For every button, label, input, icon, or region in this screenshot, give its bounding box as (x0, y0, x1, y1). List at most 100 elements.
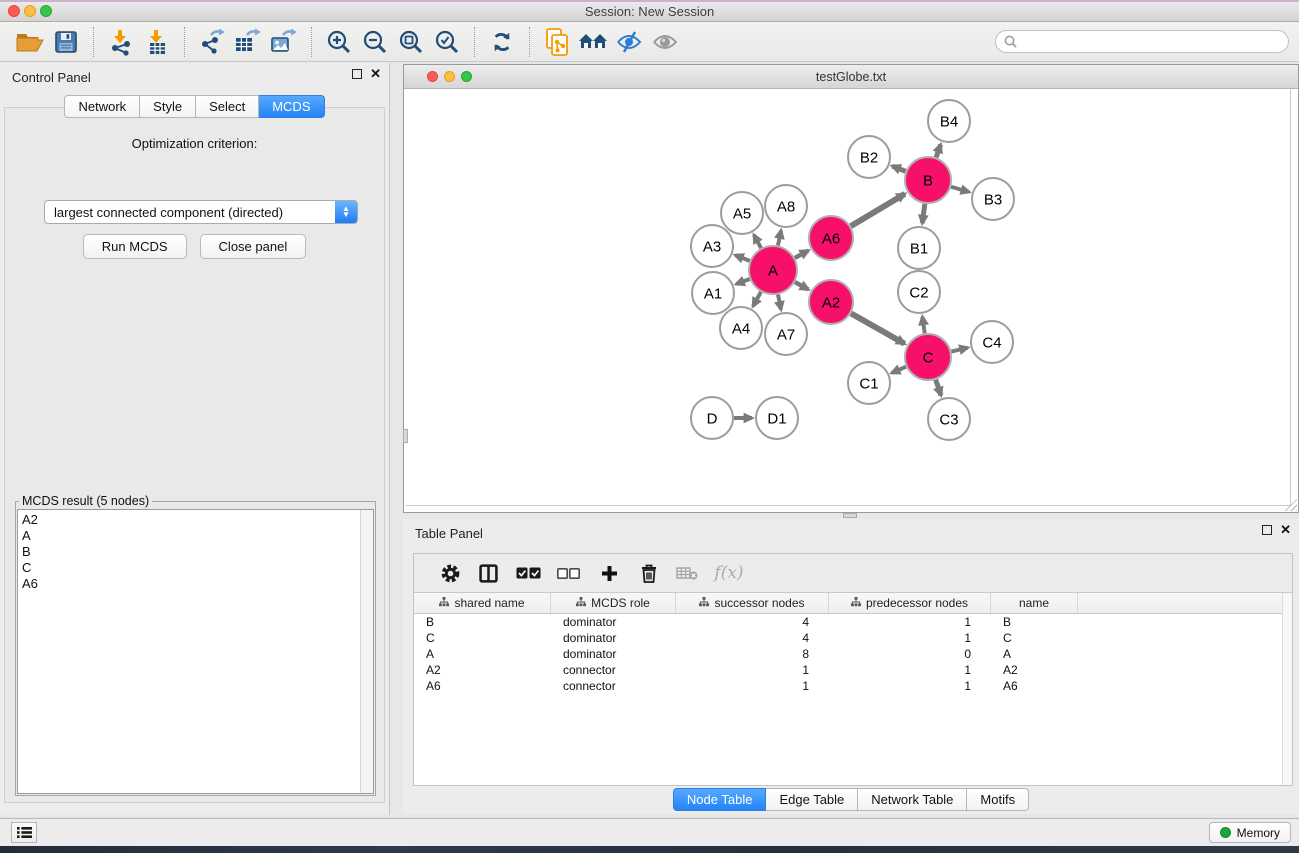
show-graphics-details-icon[interactable] (647, 25, 683, 59)
create-column-icon[interactable] (588, 558, 630, 588)
graph-edge-C-C2[interactable] (922, 317, 924, 333)
table-tab-network-table[interactable]: Network Table (858, 788, 967, 811)
search-input[interactable] (1022, 34, 1280, 50)
graph-edge-A2-C[interactable] (851, 313, 905, 343)
mcds-result-list[interactable]: A2ABCA6 (17, 509, 374, 794)
function-builder-icon: f(x) (706, 558, 752, 588)
zoom-selected-icon[interactable] (429, 25, 465, 59)
close-table-panel-icon[interactable]: ✕ (1280, 525, 1291, 535)
clone-network-icon[interactable] (539, 25, 575, 59)
column-header-predecessor-nodes[interactable]: predecessor nodes (829, 593, 991, 613)
zoom-out-icon[interactable] (357, 25, 393, 59)
graph-edge-A-A6[interactable] (795, 251, 808, 258)
graph-edge-B-B2[interactable] (892, 166, 905, 171)
graph-edge-A-A3[interactable] (735, 255, 749, 261)
hide-graphics-details-icon[interactable] (611, 25, 647, 59)
table-cell: dominator (551, 615, 676, 629)
criterion-dropdown[interactable]: largest connected component (directed) ▲… (44, 200, 358, 224)
table-tab-node-table[interactable]: Node Table (673, 788, 767, 811)
import-network-icon[interactable] (103, 25, 139, 59)
column-header-shared-name[interactable]: shared name (414, 593, 551, 613)
result-item[interactable]: B (22, 544, 373, 560)
graph-edge-A6-B[interactable] (851, 194, 905, 226)
save-session-icon[interactable] (48, 25, 84, 59)
control-tab-network[interactable]: Network (64, 95, 140, 118)
float-panel-icon[interactable] (352, 69, 362, 79)
result-item[interactable]: C (22, 560, 373, 576)
export-image-icon[interactable] (266, 25, 302, 59)
graph-edge-B-B3[interactable] (951, 187, 969, 192)
task-history-button[interactable] (11, 822, 37, 843)
result-scrollbar[interactable] (360, 510, 373, 793)
mcds-result-title: MCDS result (5 nodes) (19, 494, 152, 508)
close-panel-button[interactable]: Close panel (200, 234, 307, 259)
column-header-name[interactable]: name (991, 593, 1078, 613)
network-overview-icon[interactable] (575, 25, 611, 59)
graph-edge-A-A7[interactable] (778, 294, 781, 309)
mcds-panel: Optimization criterion: largest connecte… (4, 107, 385, 803)
table-settings-icon[interactable] (432, 558, 468, 588)
hierarchy-icon (576, 596, 586, 610)
float-table-panel-icon[interactable] (1262, 525, 1272, 535)
graph-edge-B-B4[interactable] (936, 145, 941, 158)
column-label: predecessor nodes (866, 596, 968, 610)
zoom-fit-icon[interactable] (393, 25, 429, 59)
graph-edge-A-A8[interactable] (778, 230, 781, 245)
graph-edge-C-C4[interactable] (951, 348, 967, 352)
column-header-successor-nodes[interactable]: successor nodes (676, 593, 829, 613)
deselect-all-columns-icon[interactable] (548, 558, 588, 588)
open-session-icon[interactable] (12, 25, 48, 59)
table-tab-motifs[interactable]: Motifs (967, 788, 1029, 811)
graph-edge-A-A1[interactable] (736, 279, 749, 284)
delete-column-icon[interactable] (630, 558, 668, 588)
table-row[interactable]: Cdominator41C (414, 630, 1292, 646)
result-item[interactable]: A6 (22, 576, 373, 592)
graph-edge-B-B1[interactable] (922, 204, 925, 223)
run-mcds-button[interactable]: Run MCDS (83, 234, 187, 259)
table-row[interactable]: Bdominator41B (414, 614, 1292, 630)
table-cell: 4 (676, 631, 829, 645)
graph-edge-C-C3[interactable] (936, 380, 941, 396)
network-canvas[interactable]: B4B2BB3A5A8A6A3B1AC2A1A2A4A7C4CC1C3DD1 (406, 89, 1291, 506)
export-table-icon[interactable] (230, 25, 266, 59)
result-item[interactable]: A (22, 528, 373, 544)
zoom-in-icon[interactable] (321, 25, 357, 59)
canvas-edge-handle[interactable] (403, 429, 408, 443)
table-cell: 8 (676, 647, 829, 661)
table-scrollbar[interactable] (1282, 593, 1292, 785)
memory-button[interactable]: Memory (1209, 822, 1291, 843)
graph-node-label: A4 (732, 321, 750, 338)
graph-edge-C-C1[interactable] (892, 367, 906, 373)
show-columns-icon[interactable] (468, 558, 508, 588)
control-tab-mcds[interactable]: MCDS (259, 95, 324, 118)
table-tab-edge-table[interactable]: Edge Table (766, 788, 858, 811)
toolbar-separator (529, 27, 530, 57)
control-tab-style[interactable]: Style (140, 95, 196, 118)
column-header-MCDS-role[interactable]: MCDS role (551, 593, 676, 613)
graph-node-label: B3 (984, 192, 1002, 209)
column-label: shared name (454, 596, 524, 610)
table-row[interactable]: A2connector11A2 (414, 662, 1292, 678)
graph-edge-A-A4[interactable] (753, 292, 761, 306)
export-network-icon[interactable] (194, 25, 230, 59)
table-cell: A2 (991, 663, 1078, 677)
import-table-icon[interactable] (139, 25, 175, 59)
apply-preferred-layout-icon[interactable] (484, 25, 520, 59)
network-window-titlebar[interactable]: testGlobe.txt (404, 65, 1298, 89)
select-all-columns-icon[interactable] (508, 558, 548, 588)
dropdown-stepper-icon: ▲▼ (335, 201, 357, 223)
pane-split-handle[interactable] (843, 513, 857, 518)
table-cell: A2 (414, 663, 551, 677)
table-row[interactable]: Adominator80A (414, 646, 1292, 662)
search-field[interactable] (995, 30, 1289, 53)
optimization-criterion-label: Optimization criterion: (5, 136, 384, 151)
table-row[interactable]: A6connector11A6 (414, 678, 1292, 694)
control-tab-select[interactable]: Select (196, 95, 259, 118)
table-cell: 0 (829, 647, 991, 661)
graph-node-label: D (707, 411, 718, 428)
close-panel-icon[interactable]: ✕ (370, 69, 381, 79)
graph-edge-A-A5[interactable] (754, 235, 761, 248)
graph-edge-A-A2[interactable] (795, 282, 808, 289)
result-item[interactable]: A2 (22, 512, 373, 528)
toolbar-separator (184, 27, 185, 57)
